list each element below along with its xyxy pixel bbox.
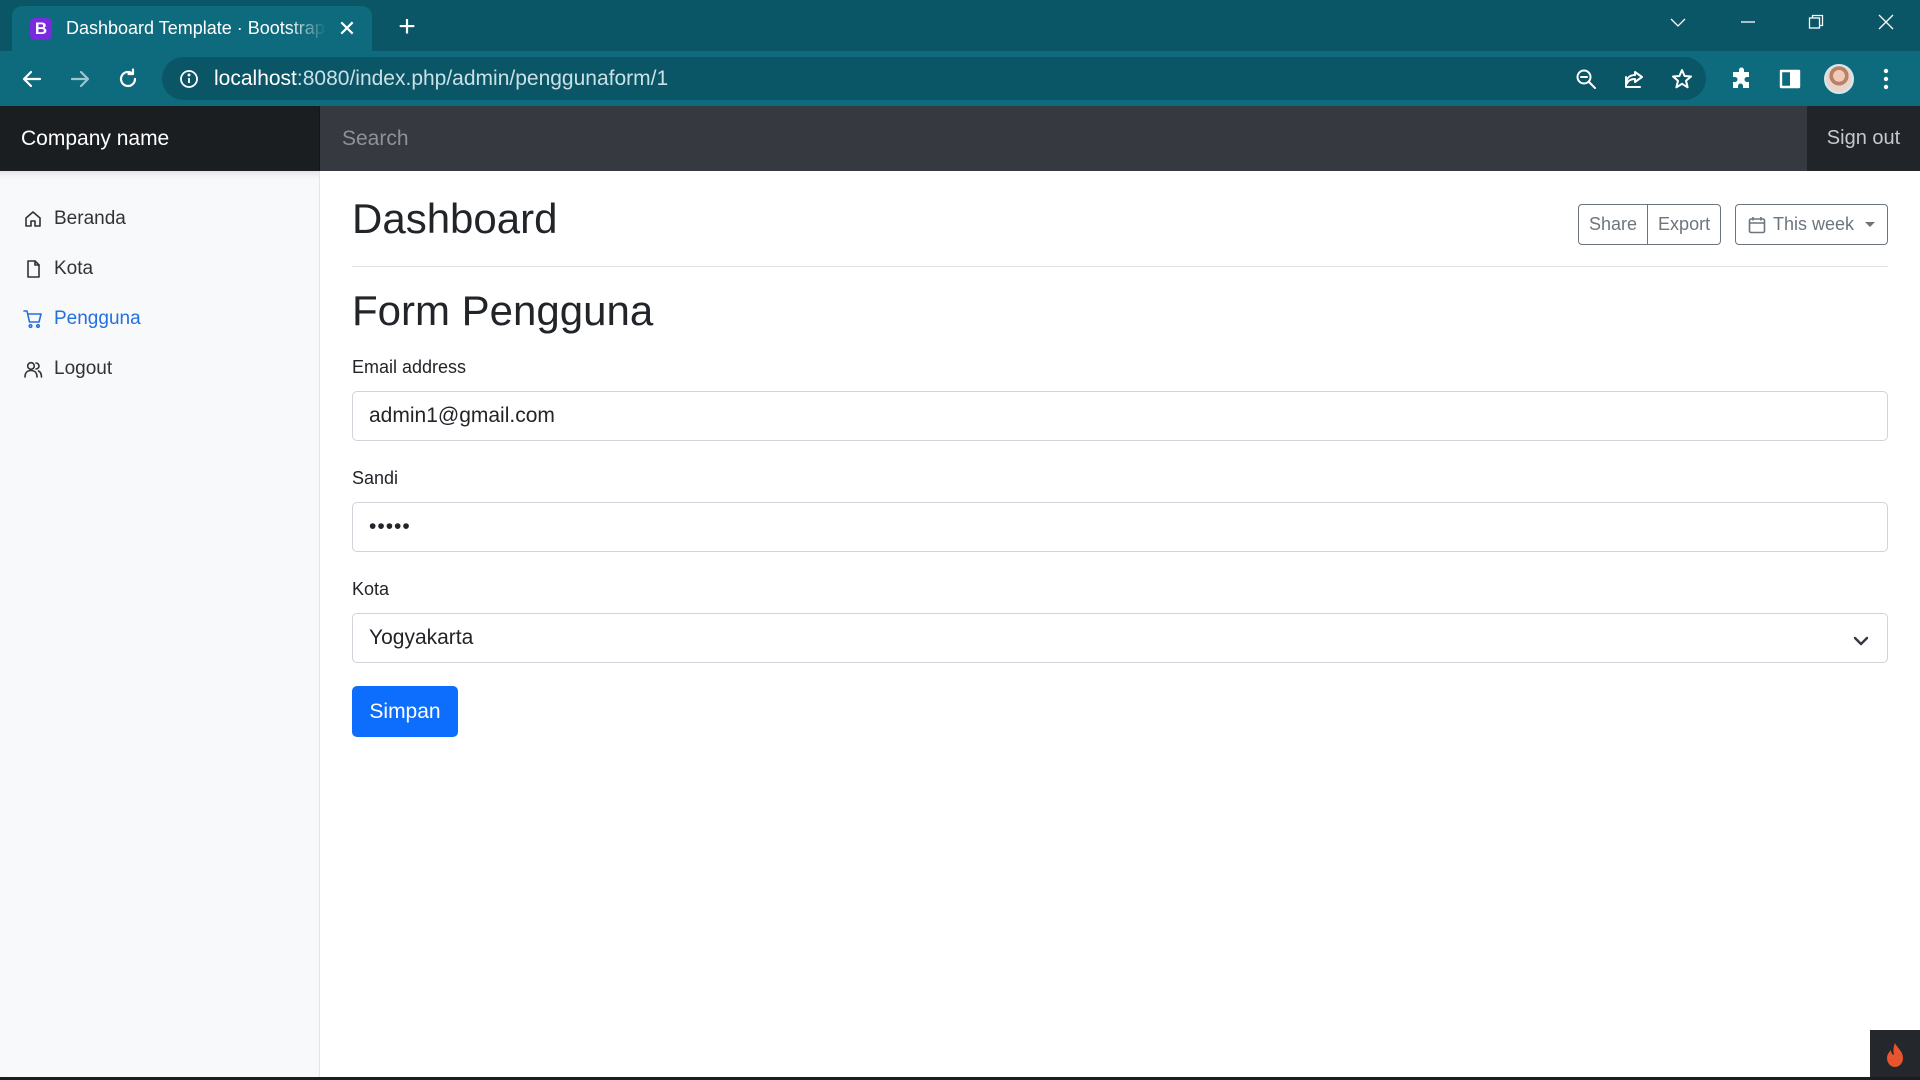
search-input[interactable]	[320, 106, 1807, 171]
main-content: Dashboard Share Export This week Form Pe…	[320, 171, 1920, 1080]
password-label: Sandi	[352, 468, 399, 488]
sidebar: Beranda Kota Pengguna Logout	[0, 171, 320, 1080]
caret-down-icon	[1865, 222, 1876, 227]
tab-title: Dashboard Template · Bootstrap v5.0	[66, 18, 326, 38]
users-icon	[22, 358, 44, 380]
email-label: Email address	[352, 357, 467, 377]
tab-search-chevron-icon[interactable]	[1644, 0, 1712, 44]
site-info-icon[interactable]	[178, 68, 200, 90]
password-field[interactable]: •••••	[352, 502, 1888, 552]
form-title: Form Pengguna	[352, 287, 654, 334]
app-navbar: Company name Sign out	[0, 106, 1920, 171]
sidebar-item-label: Logout	[54, 358, 113, 379]
side-panel-icon[interactable]	[1776, 65, 1804, 93]
share-button[interactable]: Share	[1578, 204, 1649, 245]
new-tab-icon[interactable]: +	[390, 10, 424, 44]
browser-tab[interactable]: B Dashboard Template · Bootstrap v5.0 ✕	[12, 6, 372, 51]
header-button-group: Share Export	[1578, 204, 1722, 245]
tab-close-icon[interactable]: ✕	[336, 16, 358, 42]
home-icon	[22, 208, 44, 230]
more-menu-icon[interactable]	[1872, 65, 1900, 93]
city-label: Kota	[352, 579, 390, 599]
extensions-puzzle-icon[interactable]	[1728, 65, 1756, 93]
url-text[interactable]: localhost:8080/index.php/admin/penggunaf…	[214, 67, 668, 91]
browser-tabstrip: B Dashboard Template · Bootstrap v5.0 ✕ …	[0, 0, 1920, 51]
zoom-out-icon[interactable]	[1574, 67, 1598, 91]
forward-icon[interactable]	[60, 59, 100, 99]
calendar-icon	[1748, 216, 1766, 234]
page-title: Dashboard	[352, 195, 558, 242]
sidebar-item-label: Kota	[54, 258, 94, 279]
file-icon	[22, 258, 44, 280]
address-bar[interactable]: localhost:8080/index.php/admin/penggunaf…	[162, 57, 1706, 100]
export-button[interactable]: Export	[1647, 204, 1722, 245]
brand-name[interactable]: Company name	[0, 106, 320, 171]
sign-out-link[interactable]: Sign out	[1807, 106, 1920, 171]
city-select[interactable]: Yogyakarta	[352, 613, 1888, 663]
sidebar-item-pengguna[interactable]: Pengguna	[0, 297, 320, 341]
city-select-value: Yogyakarta	[369, 626, 474, 649]
sidebar-item-kota[interactable]: Kota	[0, 247, 320, 291]
this-week-label: This week	[1773, 214, 1855, 234]
restore-icon[interactable]	[1782, 0, 1850, 44]
browser-toolbar: localhost:8080/index.php/admin/penggunaf…	[0, 51, 1920, 106]
share-page-icon[interactable]	[1622, 67, 1646, 91]
this-week-dropdown[interactable]: This week	[1735, 204, 1888, 245]
save-button[interactable]: Simpan	[352, 686, 458, 737]
minimize-icon[interactable]	[1714, 0, 1782, 44]
profile-avatar[interactable]	[1824, 64, 1854, 94]
shopping-cart-icon	[22, 308, 44, 330]
reload-icon[interactable]	[108, 59, 148, 99]
sidebar-item-beranda[interactable]: Beranda	[0, 197, 320, 241]
chevron-down-icon	[1853, 631, 1869, 647]
header-divider	[352, 266, 1888, 267]
email-field[interactable]	[352, 391, 1888, 441]
bookmark-star-icon[interactable]	[1670, 67, 1694, 91]
back-icon[interactable]	[12, 59, 52, 99]
sidebar-item-label: Pengguna	[54, 308, 141, 329]
close-window-icon[interactable]	[1852, 0, 1920, 44]
debug-toolbar-flame-icon[interactable]	[1870, 1030, 1920, 1080]
sidebar-item-logout[interactable]: Logout	[0, 347, 320, 391]
sidebar-item-label: Beranda	[54, 208, 126, 229]
bootstrap-favicon-icon: B	[30, 17, 52, 40]
